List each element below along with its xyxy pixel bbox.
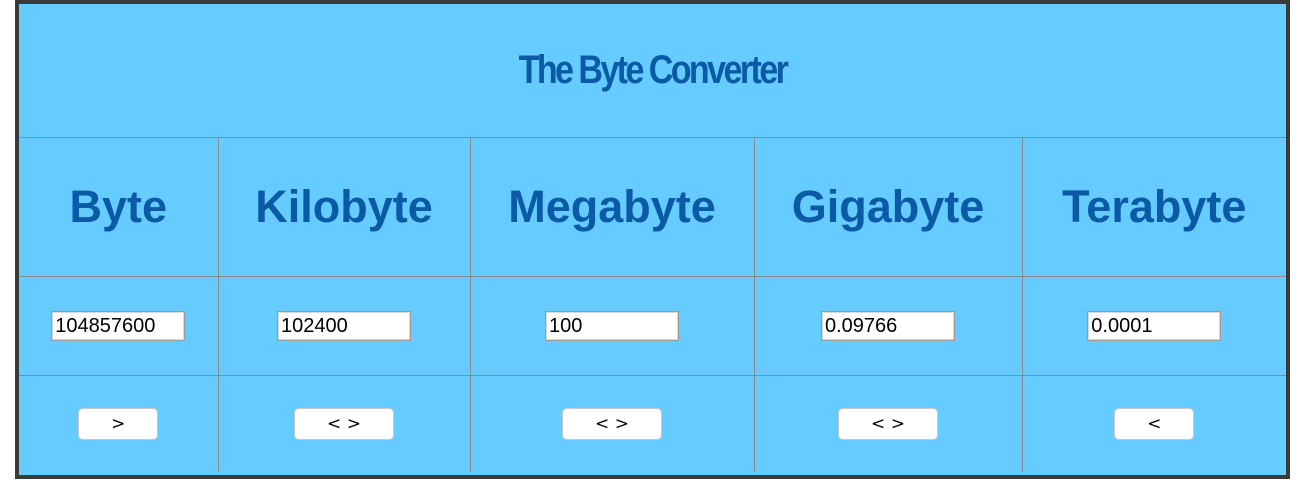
button-cell-byte: > xyxy=(19,375,219,472)
unit-header-megabyte: Megabyte xyxy=(469,137,755,277)
byte-convert-button[interactable]: > xyxy=(78,408,159,440)
input-cell-terabyte xyxy=(1021,276,1287,376)
input-cell-gigabyte xyxy=(753,276,1023,376)
convert-button-row: > < > < > < > < xyxy=(19,375,1287,472)
terabyte-convert-button[interactable]: < xyxy=(1114,408,1195,440)
unit-header-byte: Byte xyxy=(19,137,219,277)
unit-label-terabyte: Terabyte xyxy=(1062,181,1247,232)
byte-input[interactable] xyxy=(51,311,186,341)
unit-label-megabyte: Megabyte xyxy=(508,181,716,232)
title-row: The Byte Converter xyxy=(19,4,1287,138)
unit-label-kilobyte: Kilobyte xyxy=(255,181,433,232)
input-cell-megabyte xyxy=(469,276,755,376)
unit-header-gigabyte: Gigabyte xyxy=(753,137,1023,277)
button-cell-terabyte: < xyxy=(1021,375,1287,472)
page-title: The Byte Converter xyxy=(518,48,789,92)
unit-header-terabyte: Terabyte xyxy=(1021,137,1287,277)
gigabyte-convert-button[interactable]: < > xyxy=(838,408,938,440)
value-input-row xyxy=(19,276,1287,376)
terabyte-input[interactable] xyxy=(1087,311,1222,341)
button-cell-gigabyte: < > xyxy=(753,375,1023,472)
converter-frame: The Byte Converter Byte Kilobyte Megabyt… xyxy=(15,0,1290,479)
megabyte-input[interactable] xyxy=(545,311,679,341)
kilobyte-input[interactable] xyxy=(277,311,411,341)
input-cell-byte xyxy=(19,276,219,376)
gigabyte-input[interactable] xyxy=(821,311,955,341)
unit-header-kilobyte: Kilobyte xyxy=(217,137,471,277)
title-cell: The Byte Converter xyxy=(19,4,1287,138)
unit-header-row: Byte Kilobyte Megabyte Gigabyte Terabyte xyxy=(19,137,1287,277)
button-cell-megabyte: < > xyxy=(469,375,755,472)
button-cell-kilobyte: < > xyxy=(217,375,471,472)
converter-table: The Byte Converter Byte Kilobyte Megabyt… xyxy=(19,4,1287,472)
unit-label-gigabyte: Gigabyte xyxy=(791,181,985,232)
input-cell-kilobyte xyxy=(217,276,471,376)
unit-label-byte: Byte xyxy=(69,181,168,232)
kilobyte-convert-button[interactable]: < > xyxy=(294,408,394,440)
megabyte-convert-button[interactable]: < > xyxy=(562,408,662,440)
